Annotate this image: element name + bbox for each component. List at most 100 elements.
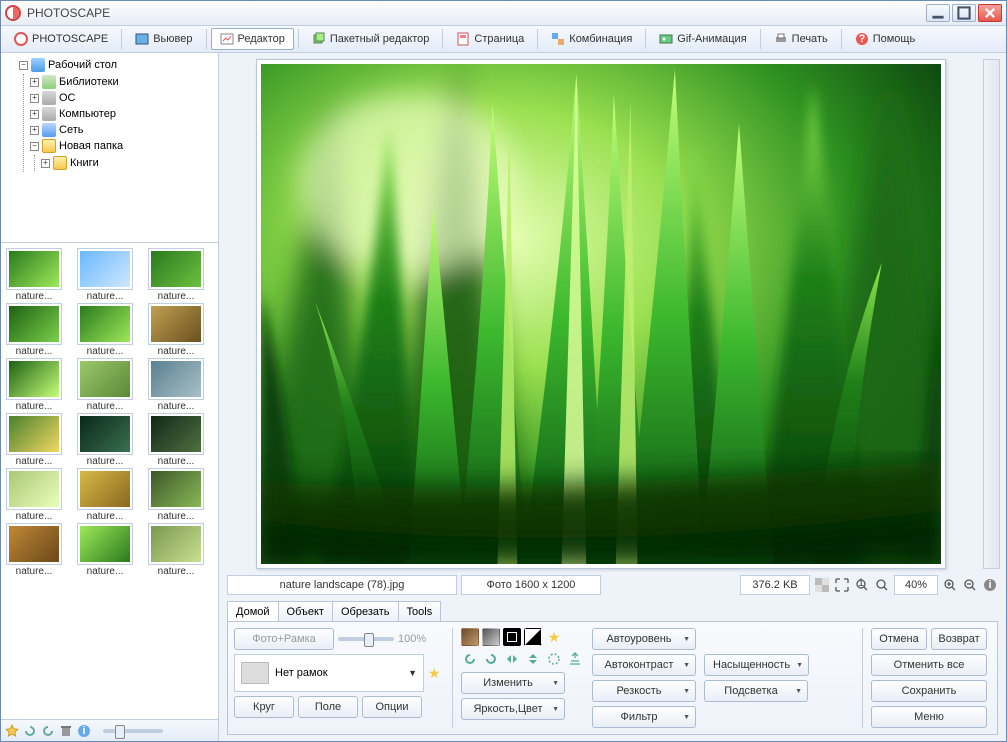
checker-icon[interactable] xyxy=(814,577,830,593)
sharpen-button[interactable]: Резкость xyxy=(592,680,696,702)
close-button[interactable] xyxy=(978,4,1002,22)
tab-combine[interactable]: Комбинация xyxy=(542,28,641,50)
minimize-button[interactable] xyxy=(926,4,950,22)
zoom-actual-icon[interactable]: 1 xyxy=(854,577,870,593)
thumbnail-item[interactable]: nature... xyxy=(7,359,67,412)
undo-button[interactable]: Отмена xyxy=(871,628,927,650)
horizon-icon[interactable] xyxy=(566,650,584,668)
zoom-fit-icon[interactable] xyxy=(874,577,890,593)
star-icon[interactable]: ★ xyxy=(428,665,441,682)
free-rotate-icon[interactable] xyxy=(545,650,563,668)
tree-collapse-icon[interactable]: − xyxy=(19,61,28,70)
backlight-button[interactable]: Подсветка xyxy=(704,680,808,702)
thumbnail-item[interactable]: nature... xyxy=(149,469,209,522)
tab-object[interactable]: Объект xyxy=(279,601,333,621)
tab-print[interactable]: Печать xyxy=(765,28,837,50)
photo-frame-button[interactable]: Фото+Рамка xyxy=(234,628,334,650)
tab-photoscape[interactable]: PHOTOSCAPE xyxy=(5,28,117,50)
rotate-cw-icon[interactable] xyxy=(482,650,500,668)
tab-help[interactable]: ?Помощь xyxy=(846,28,925,50)
tree-expand-icon[interactable]: + xyxy=(30,94,39,103)
rotate-ccw-icon[interactable] xyxy=(461,650,479,668)
save-button[interactable]: Сохранить xyxy=(871,680,987,702)
filename-field: nature landscape (78).jpg xyxy=(227,575,457,595)
thumbnail-item[interactable]: nature... xyxy=(149,524,209,577)
app-window: PHOTOSCAPE PHOTOSCAPE Вьювер Редактор Па… xyxy=(0,0,1007,742)
thumbnail-item[interactable]: nature... xyxy=(7,469,67,522)
page-icon xyxy=(456,32,470,46)
tab-home[interactable]: Домой xyxy=(227,601,279,621)
star-icon[interactable] xyxy=(5,724,19,738)
thumbnail-item[interactable]: nature... xyxy=(7,249,67,302)
fit-icon[interactable] xyxy=(834,577,850,593)
tree-expand-icon[interactable]: + xyxy=(41,159,50,168)
image-canvas[interactable] xyxy=(256,59,946,569)
invert-icon[interactable] xyxy=(503,628,521,646)
brightness-color-button[interactable]: Яркость,Цвет xyxy=(461,698,565,720)
tab-editor[interactable]: Редактор xyxy=(211,28,294,50)
thumbnail-item[interactable]: nature... xyxy=(78,524,138,577)
rotate-left-icon[interactable] xyxy=(23,724,37,738)
resize-button[interactable]: Изменить xyxy=(461,672,565,694)
rotate-right-icon[interactable] xyxy=(41,724,55,738)
saturation-button[interactable]: Насыщенность xyxy=(704,654,809,676)
undo-all-button[interactable]: Отменить все xyxy=(871,654,987,676)
vertical-scrollbar[interactable] xyxy=(983,59,1000,569)
tree-expand-icon[interactable]: + xyxy=(30,78,39,87)
thumbnail-item[interactable]: nature... xyxy=(78,249,138,302)
flip-v-icon[interactable] xyxy=(524,650,542,668)
bw-icon[interactable] xyxy=(524,628,542,646)
tree-collapse-icon[interactable]: − xyxy=(30,142,39,151)
maximize-button[interactable] xyxy=(952,4,976,22)
thumbnail-grid[interactable]: nature...nature...nature...nature...natu… xyxy=(1,243,218,719)
thumbnail-item[interactable]: nature... xyxy=(78,414,138,467)
folder-tree[interactable]: −Рабочий стол +Библиотеки +ОС +Компьютер… xyxy=(1,53,218,243)
tab-viewer[interactable]: Вьювер xyxy=(126,28,201,50)
thumbnail-item[interactable]: nature... xyxy=(78,304,138,357)
round-button[interactable]: Круг xyxy=(234,696,294,718)
window-title: PHOTOSCAPE xyxy=(27,6,110,20)
help-icon: ? xyxy=(855,32,869,46)
star-icon[interactable]: ★ xyxy=(545,628,563,646)
frame-select[interactable]: Нет рамок ▼ xyxy=(234,654,424,692)
field-button[interactable]: Поле xyxy=(298,696,358,718)
thumbnail-item[interactable]: nature... xyxy=(78,359,138,412)
tab-page[interactable]: Страница xyxy=(447,28,533,50)
options-button[interactable]: Опции xyxy=(362,696,422,718)
autolevel-button[interactable]: Автоуровень xyxy=(592,628,696,650)
thumbnail-item[interactable]: nature... xyxy=(149,304,209,357)
thumbnail-item[interactable]: nature... xyxy=(149,249,209,302)
autocontrast-button[interactable]: Автоконтраст xyxy=(592,654,696,676)
sepia-icon[interactable] xyxy=(461,628,479,646)
thumbnail-item[interactable]: nature... xyxy=(7,304,67,357)
flip-h-icon[interactable] xyxy=(503,650,521,668)
thumbnail-item[interactable]: nature... xyxy=(149,359,209,412)
thumbnail-item[interactable]: nature... xyxy=(7,414,67,467)
thumb-size-slider[interactable] xyxy=(103,729,163,733)
zoom-in-icon[interactable] xyxy=(942,577,958,593)
titlebar: PHOTOSCAPE xyxy=(1,1,1006,26)
zoom-field: 40% xyxy=(894,575,938,595)
tab-crop[interactable]: Обрезать xyxy=(333,601,399,621)
tab-tools[interactable]: Tools xyxy=(399,601,442,621)
computer-icon xyxy=(42,107,56,121)
tree-expand-icon[interactable]: + xyxy=(30,126,39,135)
thumbnail-item[interactable]: nature... xyxy=(78,469,138,522)
tab-batch[interactable]: Пакетный редактор xyxy=(303,28,439,50)
thumbnail-item[interactable]: nature... xyxy=(149,414,209,467)
thumbnail-item[interactable]: nature... xyxy=(7,524,67,577)
grayscale-icon[interactable] xyxy=(482,628,500,646)
dimensions-field: Фото 1600 x 1200 xyxy=(461,575,601,595)
menu-button[interactable]: Меню xyxy=(871,706,987,728)
tree-expand-icon[interactable]: + xyxy=(30,110,39,119)
trash-icon[interactable] xyxy=(59,724,73,738)
info-icon[interactable]: i xyxy=(77,724,91,738)
zoom-out-icon[interactable] xyxy=(962,577,978,593)
filesize-field: 376.2 KB xyxy=(740,575,810,595)
filter-button[interactable]: Фильтр xyxy=(592,706,696,728)
svg-text:1: 1 xyxy=(858,578,864,589)
redo-button[interactable]: Возврат xyxy=(931,628,987,650)
opacity-slider[interactable] xyxy=(338,637,394,641)
tab-gif[interactable]: Gif-Анимация xyxy=(650,28,755,50)
info-icon[interactable]: i xyxy=(982,577,998,593)
